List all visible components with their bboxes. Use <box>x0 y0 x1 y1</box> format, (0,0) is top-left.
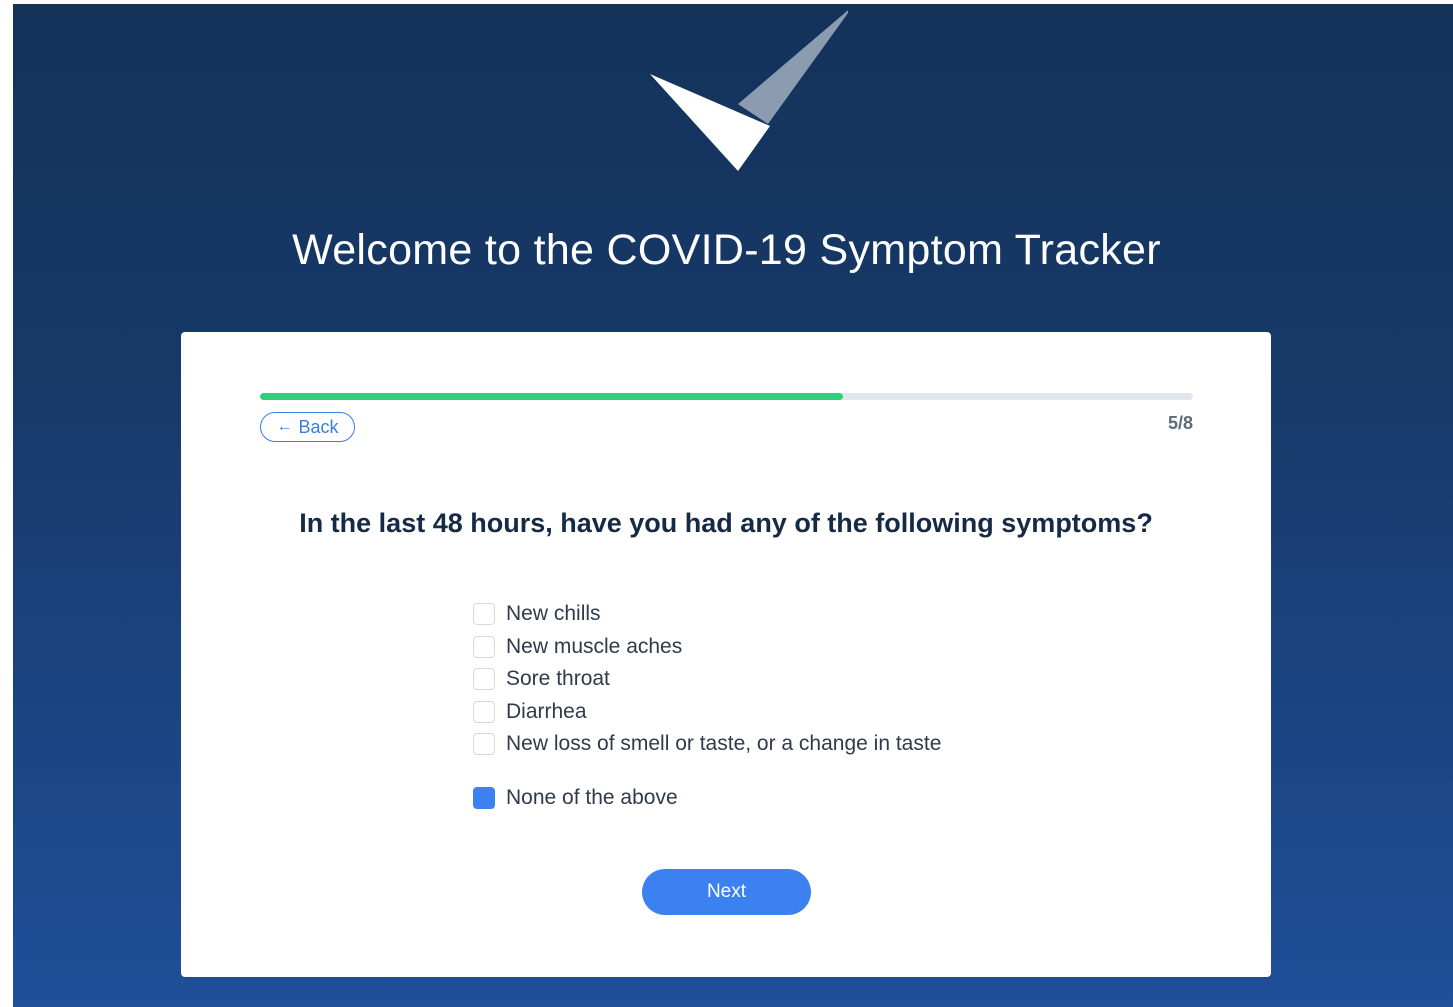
option-diarrhea[interactable]: Diarrhea <box>473 696 941 729</box>
checkbox[interactable] <box>473 668 495 691</box>
arrow-left-icon: ← <box>276 418 293 435</box>
back-button-label: Back <box>298 416 339 437</box>
option-none-of-the-above[interactable]: None of the above <box>473 782 941 815</box>
progress-bar <box>260 393 1193 400</box>
option-label: New muscle aches <box>506 634 683 658</box>
option-label: New loss of smell or taste, or a change … <box>506 732 942 756</box>
back-button[interactable]: ← Back <box>260 412 355 442</box>
checkbox[interactable] <box>473 635 495 658</box>
option-new-chills[interactable]: New chills <box>473 598 941 631</box>
question-text: In the last 48 hours, have you had any o… <box>299 508 1153 538</box>
option-label: Diarrhea <box>506 699 587 723</box>
option-new-muscle-aches[interactable]: New muscle aches <box>473 631 941 664</box>
next-button[interactable]: Next <box>642 869 811 915</box>
option-label: None of the above <box>506 785 678 809</box>
option-sore-throat[interactable]: Sore throat <box>473 663 941 696</box>
page-title: Welcome to the COVID-19 Symptom Tracker <box>292 226 1161 274</box>
progress-bar-fill <box>260 393 844 400</box>
checkbox[interactable] <box>473 733 495 756</box>
step-counter: 5/8 <box>1167 413 1193 433</box>
option-loss-of-smell-or-taste[interactable]: New loss of smell or taste, or a change … <box>473 728 941 761</box>
symptom-options-list: New chills New muscle aches Sore throat … <box>473 598 941 814</box>
checkbox[interactable] <box>473 603 495 626</box>
option-label: Sore throat <box>506 667 610 691</box>
checkmark-logo-icon <box>650 10 848 171</box>
checkbox[interactable] <box>473 786 495 809</box>
survey-card: ← Back 5/8 In the last 48 hours, have yo… <box>181 332 1271 977</box>
checkbox[interactable] <box>473 700 495 723</box>
option-label: New chills <box>506 602 601 626</box>
